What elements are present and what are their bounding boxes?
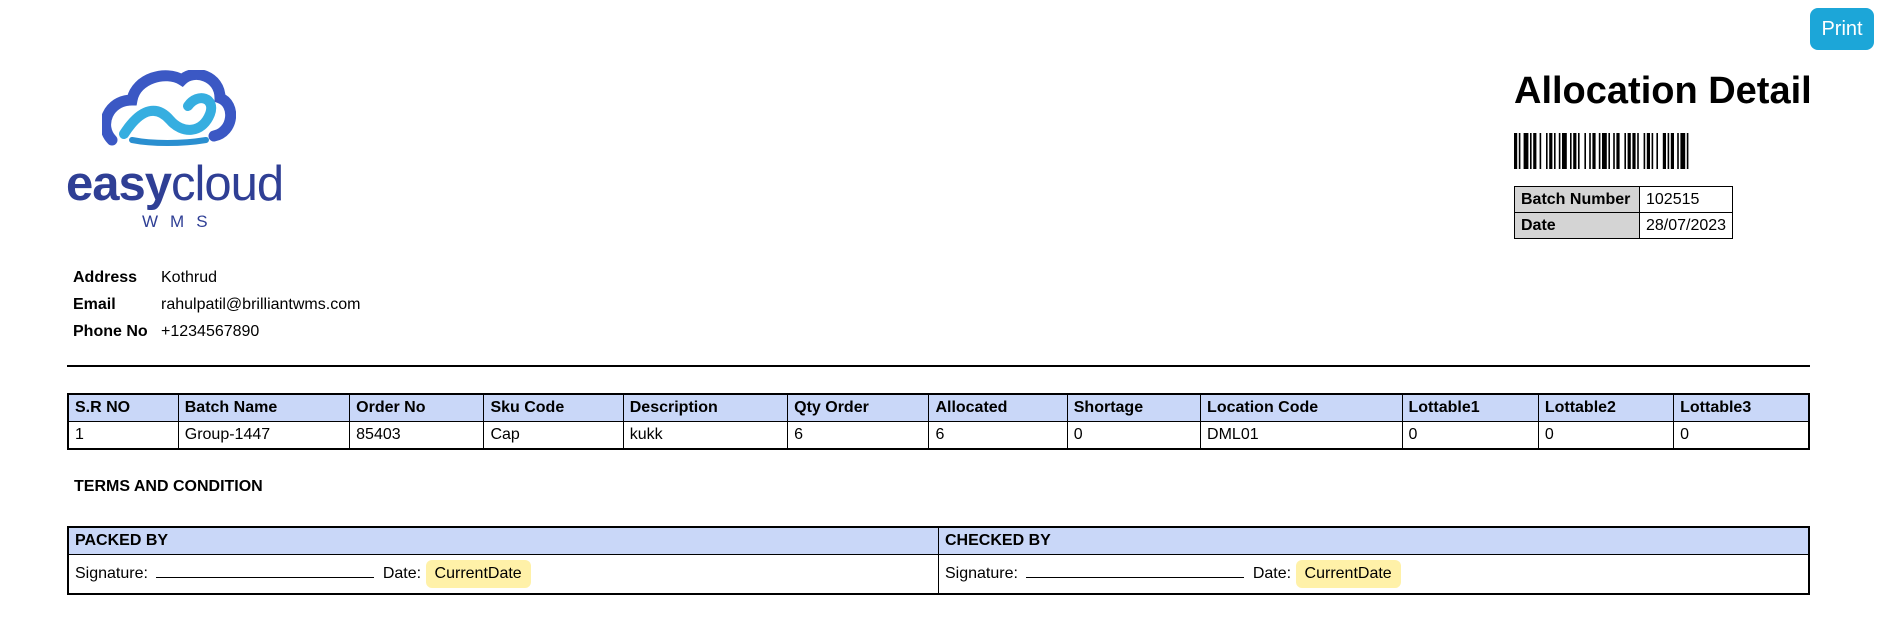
- column-header: S.R NO: [67, 393, 179, 422]
- phone-row: Phone No +1234567890: [73, 318, 360, 345]
- signature-label: Signature:: [75, 565, 148, 582]
- table-cell: 0: [1537, 421, 1675, 450]
- phone-label: Phone No: [73, 322, 148, 340]
- packed-by-header: PACKED BY: [67, 526, 939, 555]
- company-contact: Address Kothrud Email rahulpatil@brillia…: [73, 264, 360, 345]
- signoff-row: Signature: Date: CurrentDate Signature: …: [67, 554, 1810, 595]
- page-title: Allocation Detail: [1514, 70, 1812, 112]
- column-header: Lottable3: [1673, 393, 1810, 422]
- table-cell: 1: [67, 421, 179, 450]
- table-cell: 0: [1673, 421, 1810, 450]
- batch-number-row: Batch Number 102515: [1514, 186, 1734, 213]
- phone-value: +1234567890: [161, 322, 260, 340]
- current-date-field: CurrentDate: [425, 560, 531, 588]
- column-header: Qty Order: [787, 393, 930, 422]
- table-cell: 0: [1066, 421, 1202, 450]
- current-date-field: CurrentDate: [1295, 560, 1401, 588]
- company-logo: easycloud WMS: [66, 70, 326, 240]
- table-cell: Group-1447: [177, 421, 351, 450]
- batch-number-value: 102515: [1638, 186, 1734, 213]
- column-header: Description: [622, 393, 789, 422]
- date-label: Date:: [382, 565, 422, 582]
- allocation-table: S.R NO Batch Name Order No Sku Code Desc…: [67, 393, 1810, 450]
- divider: [67, 365, 1810, 367]
- table-cell: 6: [928, 421, 1068, 450]
- email-row: Email rahulpatil@brilliantwms.com: [73, 291, 360, 318]
- barcode-icon: [1514, 133, 1689, 169]
- checked-by-cell: Signature: Date: CurrentDate: [938, 554, 1810, 595]
- table-cell: Cap: [483, 421, 624, 450]
- address-value: Kothrud: [161, 268, 218, 286]
- column-header: Location Code: [1200, 393, 1403, 422]
- signoff-header-row: PACKED BY CHECKED BY: [67, 526, 1810, 555]
- table-cell: kukk: [622, 421, 789, 450]
- table-cell: DML01: [1200, 421, 1403, 450]
- batch-info-table: Batch Number 102515 Date 28/07/2023: [1514, 186, 1734, 239]
- date-label: Date: [1514, 212, 1640, 239]
- signature-line: [156, 563, 375, 578]
- address-label: Address: [73, 268, 138, 286]
- column-header: Batch Name: [177, 393, 351, 422]
- table-cell: 6: [787, 421, 930, 450]
- column-header: Shortage: [1066, 393, 1202, 422]
- signoff-table: PACKED BY CHECKED BY Signature: Date: Cu…: [67, 526, 1810, 595]
- email-value: rahulpatil@brilliantwms.com: [161, 295, 361, 313]
- column-header: Lottable2: [1537, 393, 1675, 422]
- column-header: Sku Code: [483, 393, 624, 422]
- table-row: 1 Group-1447 85403 Cap kukk 6 6 0 DML01 …: [67, 421, 1810, 450]
- logo-subtitle: WMS: [142, 212, 220, 231]
- signature-line: [1026, 563, 1245, 578]
- batch-number-label: Batch Number: [1514, 186, 1640, 213]
- signature-label: Signature:: [945, 565, 1018, 582]
- cloud-logo-icon: [102, 70, 236, 146]
- email-label: Email: [73, 295, 116, 313]
- address-row: Address Kothrud: [73, 264, 360, 291]
- date-label: Date:: [1252, 565, 1292, 582]
- column-header: Order No: [349, 393, 485, 422]
- packed-by-cell: Signature: Date: CurrentDate: [67, 554, 939, 595]
- print-button[interactable]: Print: [1810, 8, 1874, 50]
- terms-heading: TERMS AND CONDITION: [74, 478, 263, 495]
- table-cell: 85403: [349, 421, 485, 450]
- table-header-row: S.R NO Batch Name Order No Sku Code Desc…: [67, 393, 1810, 422]
- logo-wordmark: easycloud: [66, 157, 284, 211]
- date-row: Date 28/07/2023: [1514, 212, 1734, 239]
- column-header: Lottable1: [1401, 393, 1539, 422]
- column-header: Allocated: [928, 393, 1068, 422]
- table-cell: 0: [1401, 421, 1539, 450]
- checked-by-header: CHECKED BY: [938, 526, 1810, 555]
- date-value: 28/07/2023: [1638, 212, 1734, 239]
